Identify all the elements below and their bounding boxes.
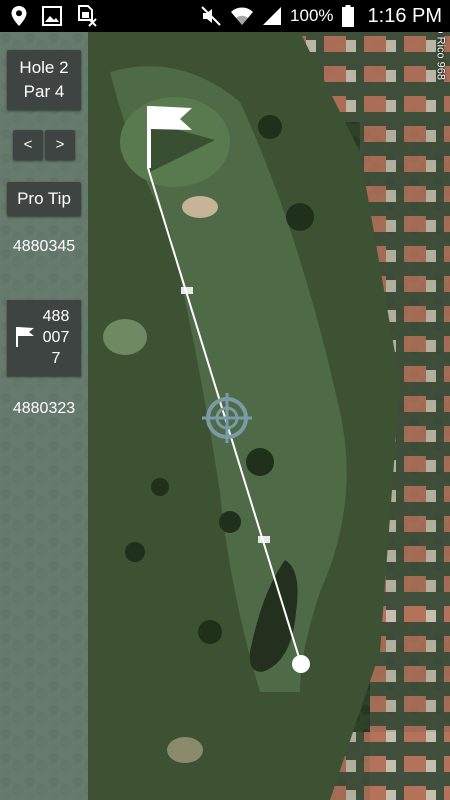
location-icon: [10, 5, 28, 27]
image-icon: [42, 6, 62, 26]
battery-percent: 100%: [290, 6, 334, 25]
road-label: erto Rico 968: [434, 32, 446, 80]
wifi-icon: [230, 5, 254, 27]
mute-icon: [200, 5, 222, 27]
hole-info-button[interactable]: Hole 2 Par 4: [7, 50, 81, 110]
status-bar: 100% 1:16 PM: [0, 0, 450, 32]
ball-position-marker[interactable]: [292, 655, 310, 673]
sim-error-icon: [76, 5, 98, 27]
distance-top: 4880345: [12, 238, 76, 255]
next-hole-button[interactable]: >: [45, 130, 75, 160]
distance-bottom: 4880323: [12, 400, 76, 417]
battery-icon: [341, 5, 354, 27]
signal-icon: [262, 6, 282, 26]
clock: 1:16 PM: [367, 4, 442, 27]
flag-icon: [15, 326, 35, 353]
distance-pin: 4880077: [42, 308, 70, 367]
previous-hole-button[interactable]: <: [13, 130, 43, 160]
side-panel: Hole 2 Par 4 < > Pro Tip 4880345 4880077…: [0, 32, 88, 800]
hole-par: Par 4: [23, 82, 65, 101]
pin-distance-box[interactable]: 4880077: [7, 300, 81, 376]
hole-number: Hole 2: [19, 58, 69, 77]
pro-tip-button[interactable]: Pro Tip: [7, 182, 81, 216]
